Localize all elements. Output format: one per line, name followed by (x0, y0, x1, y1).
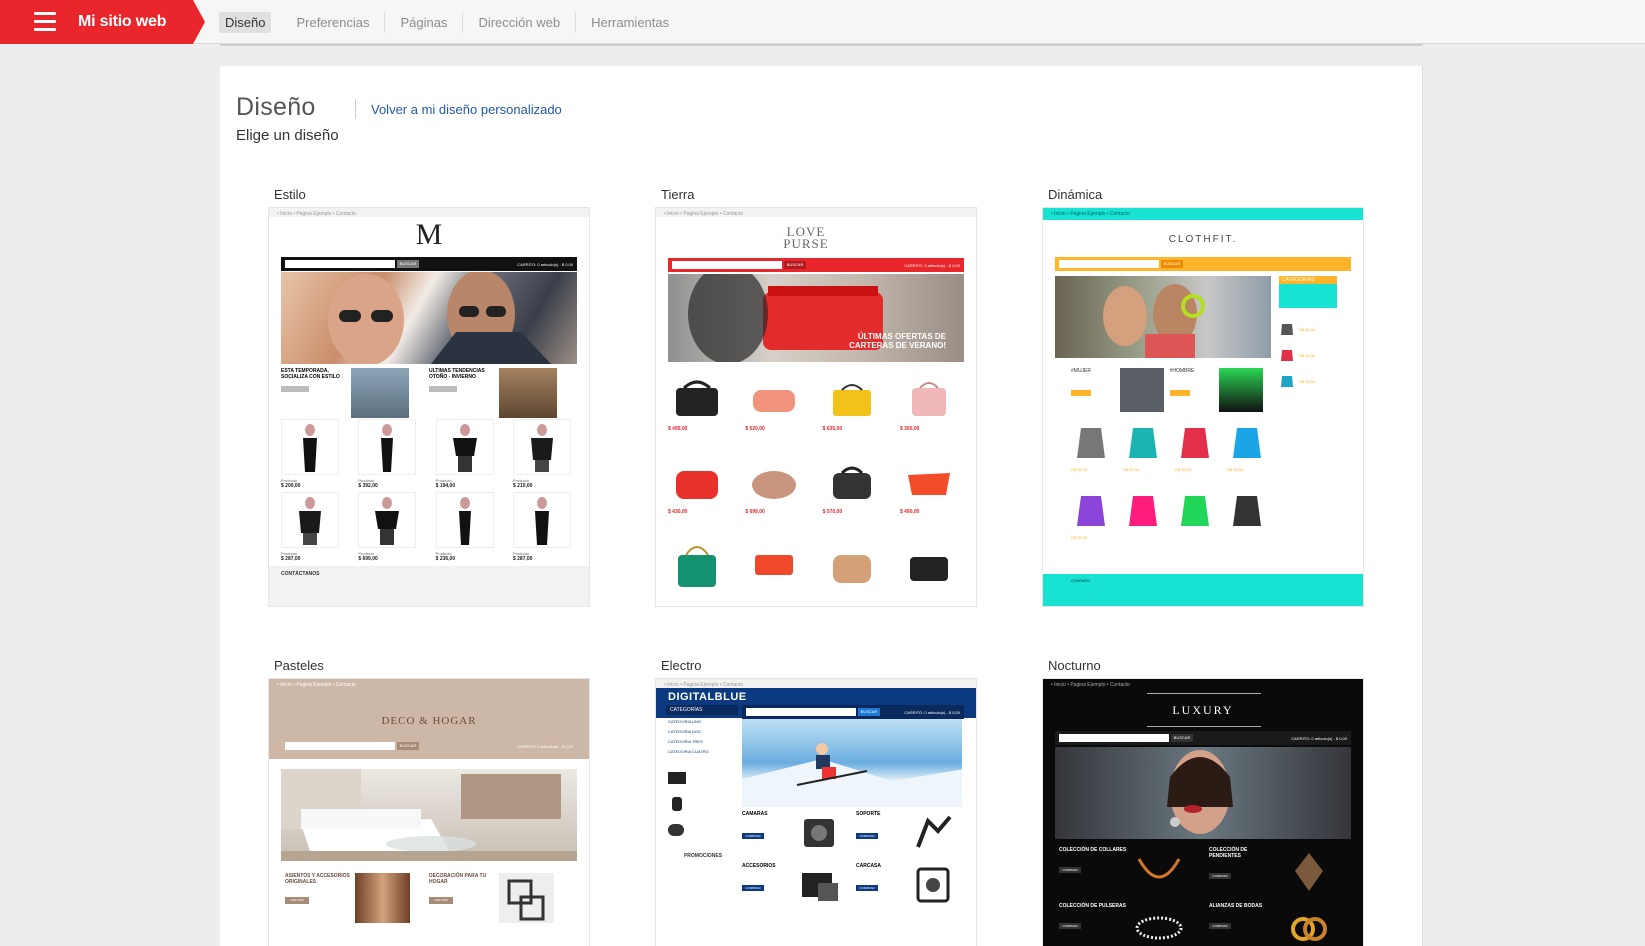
preview-promo-title: ESTA TEMPORADA, SOCIALIZA CON ESTILO (281, 368, 340, 380)
preview-search-button: BUSCAR (397, 742, 419, 750)
preview-cart: CARRITO: 0 articulo(s) - $ 0,00 (517, 261, 573, 267)
preview-product-row: Producto $ 200,00 Producto $ 392,00 Produc… (281, 419, 577, 489)
preview-hero-image: ÚLTIMAS OFERTAS DE CARTERAS DE VERANO! (668, 274, 964, 362)
design-card-nocturno[interactable]: Nocturno • Inicio • Pagina Ejemplo • Con… (1042, 658, 1364, 946)
preview-hero-image (1055, 747, 1351, 839)
preview-search-bar: BUSCAR CARRITO: 0 articulo(s) - $ 0,00 (668, 258, 964, 272)
brand-bar: Mi sitio web (0, 0, 205, 44)
preview-search-bar: BUSCAR CARRITO: 0 articulo(s) - $ 0,00 (1055, 731, 1351, 745)
top-bar: Mi sitio web Diseño Preferencias Páginas… (0, 0, 1645, 44)
preview-search-bar: BUSCAR (1055, 257, 1351, 271)
preview-search-button: BUSCAR (858, 708, 880, 716)
preview-banner-text: ÚLTIMAS OFERTAS DE CARTERAS DE VERANO! (849, 332, 946, 350)
preview-promo: ULTIMAS TENDENCIAS OTOÑO - INVIERNO (429, 368, 557, 418)
preview-hero-image (1055, 276, 1271, 358)
preview-breadcrumb: • Inicio • Pagina Ejemplo • Contacto (664, 211, 743, 217)
preview-hero-image (281, 272, 577, 364)
divider (355, 99, 356, 119)
page-title: Diseño (236, 93, 316, 121)
preview-product-row: $ 430,00 $ 699,00 $ 570,00 $ 490,00 (668, 453, 964, 515)
design-card-electro[interactable]: Electro • Inicio • Pagina Ejemplo • Cont… (655, 658, 977, 946)
preview-logo: LUXURY (1172, 703, 1234, 717)
main-nav: Diseño Preferencias Páginas Dirección we… (219, 12, 684, 33)
design-name: Electro (661, 658, 702, 673)
preview-categories-label: CATEGORÍAS (666, 705, 738, 715)
preview-promo-title: DECORACIÓN PARA TU HOGAR (429, 873, 487, 885)
preview-hero-image (281, 769, 577, 861)
preview-logo: DIGITALBLUE (668, 691, 747, 703)
preview-cart: CARRITO: 0 articulo(s) - $ 0,00 (1291, 735, 1347, 741)
preview-promo-title: ULTIMAS TENDENCIAS OTOÑO - INVIERNO (429, 368, 485, 380)
design-preview[interactable]: • Inicio • Pagina Ejemplo • Contacto CLO… (1042, 207, 1364, 607)
preview-breadcrumb: • Inicio • Pagina Ejemplo • Contacto (1051, 682, 1130, 688)
design-name: Nocturno (1048, 658, 1101, 673)
preview-promo: ESTA TEMPORADA, SOCIALIZA CON ESTILO (281, 368, 409, 418)
preview-cart: CARRITO: 0 articulo(s) - $ 0,00 (904, 262, 960, 268)
preview-product-row: Producto $ 287,00 Producto $ 699,00 Produc… (281, 492, 577, 562)
nav-tab-preferencias[interactable]: Preferencias (281, 12, 386, 33)
hamburger-menu-icon[interactable] (34, 12, 56, 31)
preview-breadcrumb: • Inicio • Pagina Ejemplo • Contacto (277, 682, 356, 688)
preview-search-bar: BUSCAR CARRITO: 0 articulo(s) - $ 0,00 (281, 257, 577, 271)
preview-categories-label: CATEGORIAS (1279, 276, 1337, 284)
design-name: Tierra (661, 187, 695, 202)
preview-logo: CLOTHFIT. (1168, 234, 1238, 245)
preview-breadcrumb: • Inicio • Pagina Ejemplo • Contacto (277, 211, 356, 217)
preview-logo: LOVE PURSE (783, 224, 829, 251)
preview-logo: M (415, 218, 443, 251)
preview-cart: CARRITO: 0 articulo(s) - $ 0,00 (517, 743, 573, 749)
divider (220, 44, 1423, 46)
nav-tab-herramientas[interactable]: Herramientas (576, 12, 684, 33)
preview-search-bar: BUSCAR CARRITO: 0 articulo(s) - $ 0,00 (281, 739, 577, 753)
design-name: Pasteles (274, 658, 324, 673)
preview-search-button: BUSCAR (1171, 734, 1193, 742)
preview-product-row: $ 499,00 $ 520,00 $ 635,00 $ 300,00 (668, 370, 964, 432)
preview-breadcrumb: • Inicio • Pagina Ejemplo • Contacto (1051, 211, 1130, 217)
preview-product-row (668, 536, 964, 592)
design-preview[interactable]: • Inicio • Pagina Ejemplo • Contacto DEC… (268, 678, 590, 946)
preview-product-row: R$ 85,00 R$ 90,00 R$ 45,00 R$ 35,00 (1071, 424, 1271, 472)
preview-promo: DECORACIÓN PARA TU HOGAR VER MÁS (429, 873, 554, 923)
design-card-tierra[interactable]: Tierra • Inicio • Pagina Ejemplo • Conta… (655, 187, 977, 607)
design-preview[interactable]: • Inicio • Pagina Ejemplo • Contacto LOV… (655, 207, 977, 607)
preview-promo: ASIENTOS Y ACCESORIOS ORIGINALES VER MÁS (285, 873, 410, 923)
design-preview[interactable]: • Inicio • Pagina Ejemplo • Contacto LUX… (1042, 678, 1364, 946)
design-panel: Diseño Volver a mi diseño personalizado … (220, 66, 1423, 946)
preview-logo: DECO & HOGAR (381, 715, 477, 727)
preview-promo-title: ASIENTOS Y ACCESORIOS ORIGINALES (285, 873, 350, 885)
design-card-estilo[interactable]: Estilo • Inicio • Pagina Ejemplo • Conta… (268, 187, 590, 607)
app-title: Mi sitio web (78, 13, 167, 30)
nav-tab-diseno[interactable]: Diseño (219, 12, 272, 33)
design-card-dinamica[interactable]: Dinámica • Inicio • Pagina Ejemplo • Con… (1042, 187, 1364, 607)
preview-search-button: BUSCAR (784, 261, 806, 269)
back-to-custom-design-link[interactable]: Volver a mi diseño personalizado (371, 102, 562, 117)
preview-search-bar: BUSCAR CARRITO: 0 articulo(s) - $ 0,00 (742, 705, 964, 719)
design-card-pasteles[interactable]: Pasteles • Inicio • Pagina Ejemplo • Con… (268, 658, 590, 946)
design-preview[interactable]: • Inicio • Pagina Ejemplo • Contacto M B… (268, 207, 590, 607)
design-preview[interactable]: • Inicio • Pagina Ejemplo • Contacto DIG… (655, 678, 977, 946)
preview-hero-image (742, 719, 962, 807)
page-subtitle: Elige un diseño (236, 127, 339, 144)
preview-search-button: BUSCAR (397, 260, 419, 268)
preview-footer-title: CONTATO (1071, 578, 1091, 583)
design-name: Dinámica (1048, 187, 1103, 202)
preview-cart: CARRITO: 0 articulo(s) - $ 0,00 (904, 709, 960, 715)
nav-tab-direccion-web[interactable]: Dirección web (463, 12, 577, 33)
preview-search-button: BUSCAR (1161, 260, 1183, 268)
preview-product-row: R$ 36,00 (1071, 492, 1271, 540)
preview-footer-title: CONTÁCTANOS (281, 571, 320, 577)
nav-tab-paginas[interactable]: Páginas (385, 12, 464, 33)
design-name: Estilo (274, 187, 306, 202)
